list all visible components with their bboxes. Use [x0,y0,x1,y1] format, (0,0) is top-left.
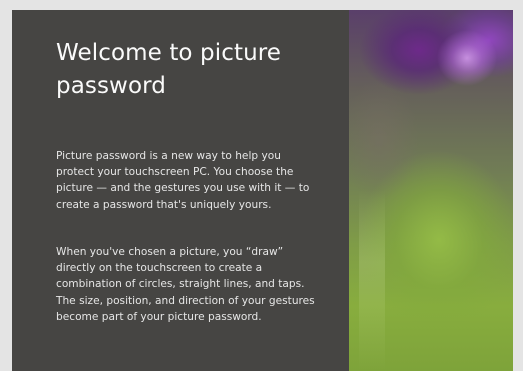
background-picture [349,10,513,371]
picture-highlight [359,190,385,371]
picture-password-window: Welcome to picture password Picture pass… [12,10,513,371]
page-title: Welcome to picture password [56,40,282,99]
intro-panel: Welcome to picture password Picture pass… [12,10,349,371]
intro-paragraph-1: Picture password is a new way to help yo… [56,150,310,211]
intro-paragraph-2: When you've chosen a picture, you “draw”… [56,246,315,323]
